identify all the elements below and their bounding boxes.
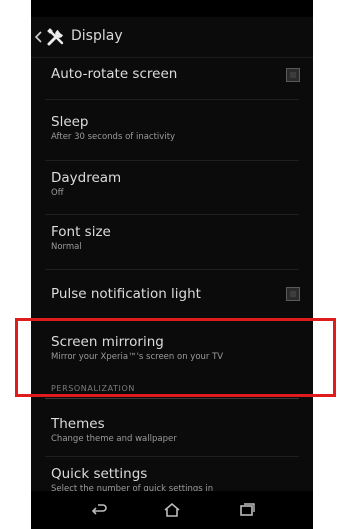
setting-label: Pulse notification light [51, 286, 201, 302]
setting-summary: After 30 seconds of inactivity [51, 132, 176, 142]
setting-label: Quick settings [51, 466, 148, 482]
status-bar [31, 0, 313, 17]
divider [45, 214, 299, 215]
setting-label: Themes [51, 416, 105, 432]
navigation-bar [31, 491, 313, 529]
back-chevron-icon[interactable] [34, 31, 44, 43]
setting-screen-mirroring[interactable]: Screen mirroring Mirror your Xperia™'s s… [51, 334, 303, 363]
setting-label: Auto-rotate screen [51, 66, 178, 82]
setting-summary: Normal [51, 242, 82, 252]
divider [45, 99, 299, 100]
setting-pulse-light[interactable]: Pulse notification light [51, 286, 303, 302]
divider [45, 456, 299, 457]
back-icon[interactable] [89, 500, 109, 520]
divider [45, 318, 299, 319]
page-title: Display [71, 28, 123, 44]
auto-rotate-checkbox[interactable] [286, 68, 300, 82]
setting-daydream[interactable]: Daydream Off [51, 170, 303, 199]
setting-label: Screen mirroring [51, 334, 164, 350]
setting-summary: Mirror your Xperia™'s screen on your TV [51, 352, 224, 362]
divider [45, 269, 299, 270]
divider [45, 160, 299, 161]
phone-screen: Display Auto-rotate screen Sleep After 3… [31, 0, 313, 529]
section-divider [45, 398, 299, 399]
setting-label: Font size [51, 224, 111, 240]
setting-font-size[interactable]: Font size Normal [51, 224, 303, 253]
settings-tools-icon [47, 28, 64, 46]
setting-summary: Change theme and wallpaper [51, 434, 177, 444]
action-bar: Display [31, 17, 313, 58]
recent-apps-icon[interactable] [237, 500, 257, 520]
home-icon[interactable] [162, 500, 182, 520]
setting-auto-rotate[interactable]: Auto-rotate screen [51, 66, 303, 82]
setting-label: Sleep [51, 114, 89, 130]
setting-themes[interactable]: Themes Change theme and wallpaper [51, 416, 303, 445]
section-header-personalization: PERSONALIZATION [51, 384, 135, 393]
setting-sleep[interactable]: Sleep After 30 seconds of inactivity [51, 114, 303, 143]
pulse-light-checkbox[interactable] [286, 287, 300, 301]
setting-summary: Off [51, 188, 64, 198]
setting-label: Daydream [51, 170, 122, 186]
